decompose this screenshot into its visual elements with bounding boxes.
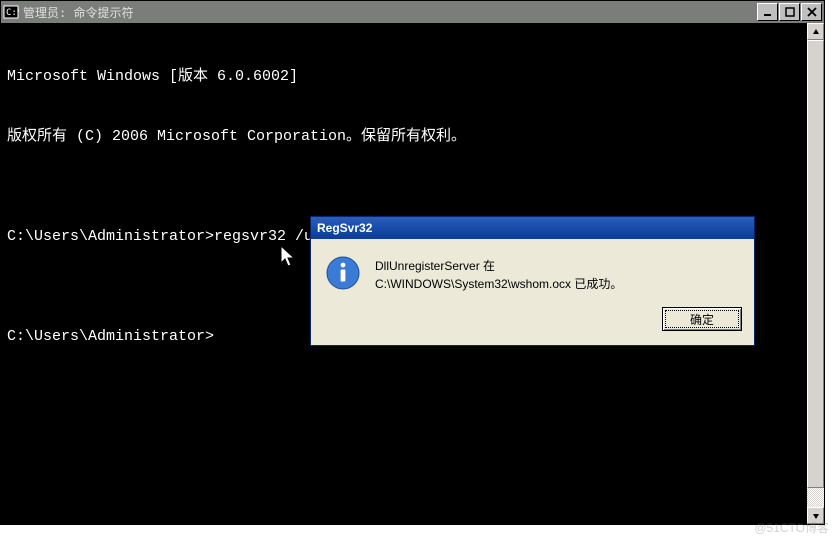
cmd-title-bar[interactable]: C:\ 管理员: 命令提示符 bbox=[1, 1, 824, 23]
info-icon bbox=[325, 255, 361, 291]
minimize-button[interactable] bbox=[757, 3, 778, 21]
cmd-app-icon: C:\ bbox=[3, 4, 19, 20]
svg-text:C:\: C:\ bbox=[6, 8, 19, 18]
regsvr32-dialog: RegSvr32 DllUnregisterServer 在 C:\WINDOW… bbox=[310, 216, 755, 346]
terminal-line: Microsoft Windows [版本 6.0.6002] bbox=[7, 67, 818, 87]
scroll-track[interactable] bbox=[807, 40, 824, 507]
cmd-window-title: 管理员: 命令提示符 bbox=[23, 4, 756, 21]
dialog-title-text: RegSvr32 bbox=[317, 221, 372, 235]
dialog-button-row: 确定 bbox=[311, 303, 754, 345]
window-controls bbox=[756, 3, 822, 21]
dialog-message-line: C:\WINDOWS\System32\wshom.ocx 已成功。 bbox=[375, 275, 740, 293]
dialog-body: DllUnregisterServer 在 C:\WINDOWS\System3… bbox=[311, 239, 754, 303]
maximize-button[interactable] bbox=[779, 3, 800, 21]
scroll-down-button[interactable] bbox=[807, 507, 824, 524]
dialog-message: DllUnregisterServer 在 C:\WINDOWS\System3… bbox=[375, 255, 740, 293]
vertical-scrollbar[interactable] bbox=[807, 23, 824, 524]
ok-button[interactable]: 确定 bbox=[662, 307, 742, 331]
scroll-up-button[interactable] bbox=[807, 23, 824, 40]
dialog-message-line: DllUnregisterServer 在 bbox=[375, 257, 740, 275]
scroll-thumb[interactable] bbox=[807, 40, 824, 488]
terminal-line: 版权所有 (C) 2006 Microsoft Corporation。保留所有… bbox=[7, 127, 818, 147]
dialog-title-bar[interactable]: RegSvr32 bbox=[311, 217, 754, 239]
close-button[interactable] bbox=[801, 3, 822, 21]
